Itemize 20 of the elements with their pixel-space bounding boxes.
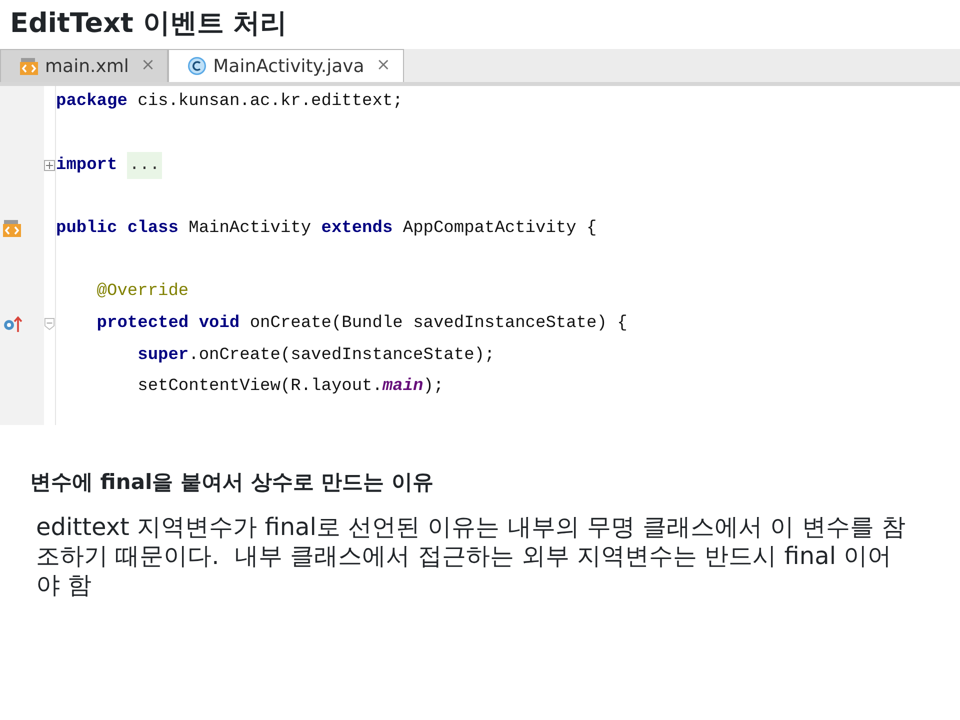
code-line: package cis.kunsan.ac.kr.edittext; bbox=[56, 91, 403, 114]
class-file-icon bbox=[187, 56, 208, 76]
override-marker-icon bbox=[2, 314, 24, 334]
close-icon[interactable]: × bbox=[376, 53, 391, 79]
slide-title: EditText 이벤트 처리 bbox=[9, 7, 288, 41]
code-line: setContentView(R.layout.main); bbox=[136, 376, 444, 398]
layout-file-icon bbox=[2, 219, 22, 238]
expand-fold-icon[interactable] bbox=[44, 160, 55, 171]
code-line: protected void onCreate(Bundle savedInstanceState) { bbox=[96, 313, 628, 335]
editor-tab[interactable]: main.xml × bbox=[0, 49, 168, 82]
editor-tab[interactable]: MainActivity.java × bbox=[168, 49, 404, 82]
code-line: public class MainActivity extends AppCompatActivity { bbox=[56, 218, 597, 240]
code-line: super.onCreate(savedInstanceState); bbox=[136, 344, 495, 367]
code-line: @Override bbox=[96, 281, 189, 304]
tab-label: main.xml bbox=[45, 54, 129, 79]
xml-file-icon bbox=[19, 56, 39, 76]
section-heading: 변수에 final을 붙여서 상수로 만드는 이유 bbox=[30, 469, 434, 496]
paragraph: edittext 지역변수가 final로 선언된 이유는 내부의 무명 클래스에서 이 변수를 참조하기 때문이다. 내부 클래스에서 접근하는 외부 지역변수는 반드시 final 이어야 함 bbox=[36, 512, 906, 600]
code-line: import ... bbox=[56, 152, 162, 178]
tab-label: MainActivity.java bbox=[213, 54, 364, 79]
